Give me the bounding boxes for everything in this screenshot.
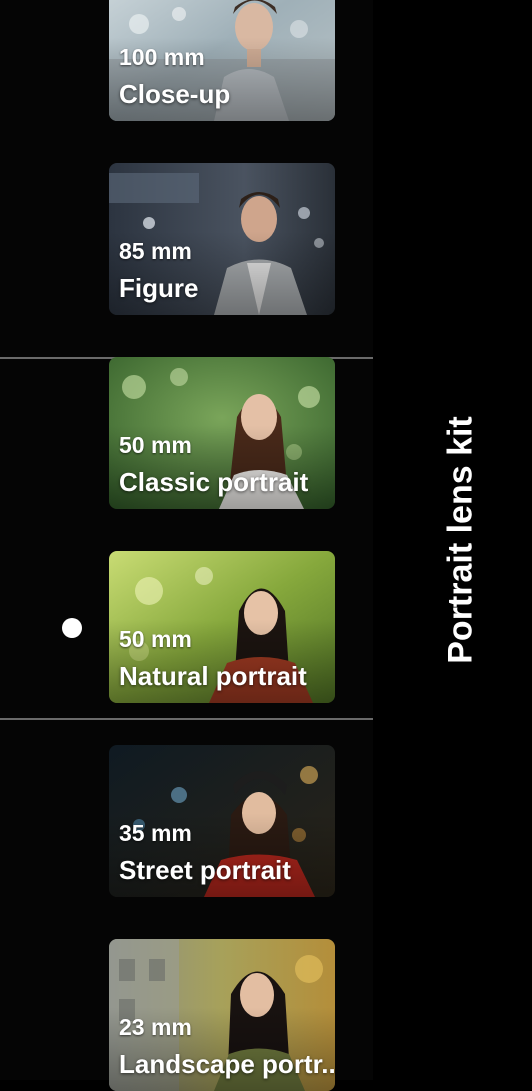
lens-focal-length: 50 mm [119,626,192,652]
selected-indicator-dot [62,618,82,638]
lens-focal-length: 50 mm [119,432,192,458]
lens-focal-length: 100 mm [119,44,205,70]
lens-list: 100 mm Close-up 85 mm Figure 50 mm Class… [0,0,373,1091]
lens-mode-label: Classic portrait [119,467,309,497]
lens-mode-label: Street portrait [119,855,291,885]
lens-focal-length: 23 mm [119,1014,192,1040]
lens-mode-label: Natural portrait [119,661,307,691]
lens-card-street-portrait[interactable]: 35 mm Street portrait [109,745,335,897]
lens-card-close-up[interactable]: 100 mm Close-up [109,0,335,121]
kit-title: Portrait lens kit [441,416,480,664]
lens-mode-label: Landscape portr.. [119,1049,335,1079]
lens-mode-label: Close-up [119,79,231,109]
lens-card-classic-portrait[interactable]: 50 mm Classic portrait [109,357,335,509]
lens-card-natural-portrait[interactable]: 50 mm Natural portrait [109,551,335,703]
lens-card-landscape-portrait[interactable]: 23 mm Landscape portr.. [109,939,335,1091]
lens-focal-length: 85 mm [119,238,192,264]
lens-card-figure[interactable]: 85 mm Figure [109,163,335,315]
lens-focal-length: 35 mm [119,820,192,846]
lens-mode-label: Figure [119,273,199,303]
